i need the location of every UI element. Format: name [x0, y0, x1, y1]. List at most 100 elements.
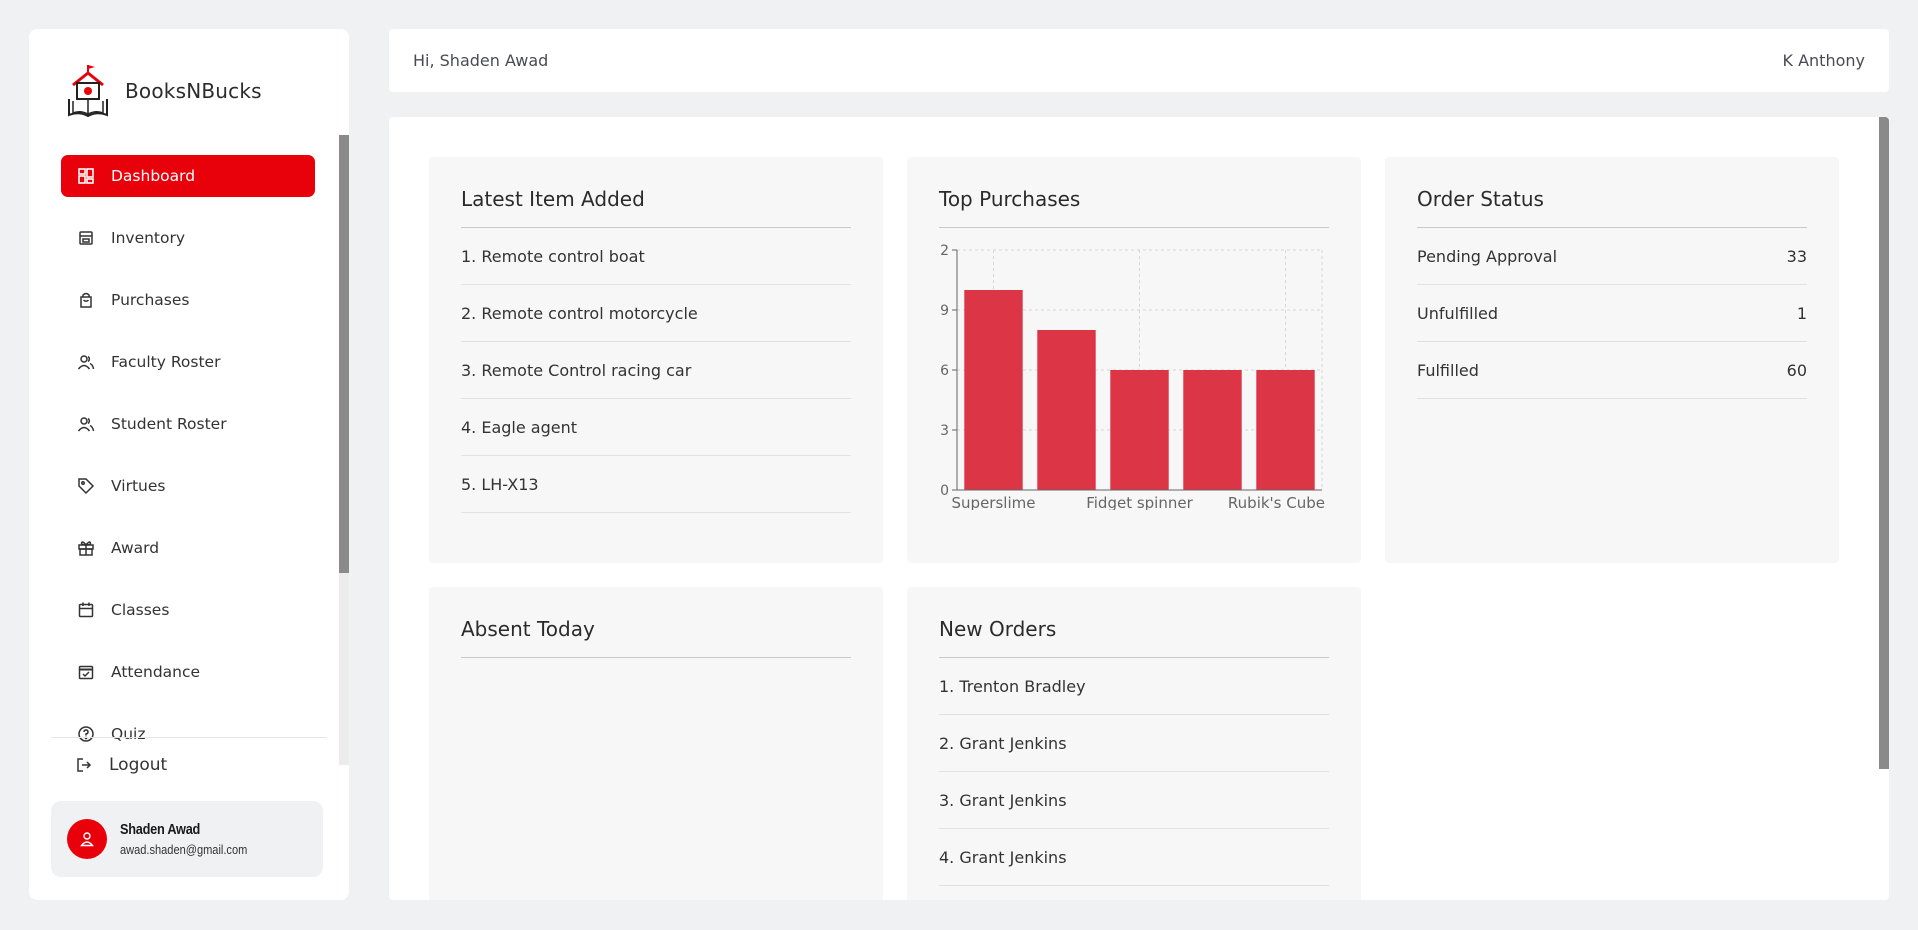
- status-count: 33: [1786, 246, 1807, 266]
- sidebar-item-award[interactable]: Award: [61, 527, 315, 569]
- card-title: Latest Item Added: [461, 187, 851, 228]
- list-item-text: 3. Grant Jenkins: [939, 790, 1067, 810]
- list-item-text: 3. Remote Control racing car: [461, 360, 692, 380]
- card-title: New Orders: [939, 617, 1329, 658]
- users-icon: [77, 415, 95, 433]
- sidebar-item-quiz[interactable]: Quiz: [61, 713, 315, 755]
- users-icon: [77, 353, 95, 371]
- chart-bar: [1183, 370, 1242, 490]
- greeting: Hi, Shaden Awad: [413, 51, 549, 70]
- list-item-text: 5. LH-X13: [461, 474, 539, 494]
- school-book-logo-icon: [68, 65, 108, 118]
- order-status-row: Unfulfilled 1: [1417, 285, 1807, 342]
- sidebar-item-label: Purchases: [111, 291, 190, 309]
- chart-bar: [1037, 330, 1096, 490]
- absent-today-card: Absent Today: [429, 587, 883, 900]
- status-count: 60: [1786, 360, 1807, 380]
- chart-bar: [964, 290, 1023, 490]
- sidebar-item-purchases[interactable]: Purchases: [61, 279, 315, 321]
- shopping-bag-icon: [77, 291, 95, 309]
- list-item[interactable]: 3. Grant Jenkins: [939, 772, 1329, 829]
- user-email: awad.shaden@gmail.com: [120, 842, 248, 857]
- sidebar-item-label: Award: [111, 539, 160, 557]
- list-item-text: 1. Remote control boat: [461, 246, 645, 266]
- order-status-row: Pending Approval 33: [1417, 228, 1807, 285]
- order-status-row: Fulfilled 60: [1417, 342, 1807, 399]
- y-tick-label: 0: [940, 483, 949, 499]
- status-label: Fulfilled: [1417, 360, 1479, 380]
- sidebar-item-inventory[interactable]: Inventory: [61, 217, 315, 259]
- sidebar-item-label: Attendance: [111, 663, 201, 681]
- sidebar-item-classes[interactable]: Classes: [61, 589, 315, 631]
- new-orders-card: New Orders 1. Trenton Bradley 2. Grant J…: [907, 587, 1361, 900]
- sidebar-item-label: Inventory: [111, 229, 186, 247]
- divider: [51, 737, 327, 738]
- logout-button[interactable]: Logout: [75, 755, 167, 775]
- x-tick-label: Rubik's Cube: [1228, 494, 1325, 510]
- y-tick-label: 3: [940, 423, 949, 439]
- chart-bar: [1256, 370, 1315, 490]
- sidebar-item-student-roster[interactable]: Student Roster: [61, 403, 315, 445]
- chart-bar: [1110, 370, 1169, 490]
- sidebar-item-virtues[interactable]: Virtues: [61, 465, 315, 507]
- list-item-text: 4. Eagle agent: [461, 417, 578, 437]
- x-tick-label: Fidget spinner: [1086, 494, 1193, 510]
- list-item[interactable]: 4. Grant Jenkins: [939, 829, 1329, 886]
- sidebar: BooksNBucks Dashboard Inventory Purchase…: [29, 29, 349, 900]
- list-item[interactable]: 2. Grant Jenkins: [939, 715, 1329, 772]
- list-item: 4. Eagle agent: [461, 399, 851, 456]
- order-status-card: Order Status Pending Approval 33 Unfulfi…: [1385, 157, 1839, 563]
- list-item-text: 1. Trenton Bradley: [939, 676, 1086, 696]
- calendar-icon: [77, 601, 95, 619]
- user-info: Shaden Awad awad.shaden@gmail.com: [120, 821, 270, 857]
- list-item-text: 2. Remote control motorcycle: [461, 303, 698, 323]
- user-name: Shaden Awad: [120, 821, 201, 838]
- question-icon: [77, 725, 95, 743]
- card-title: Order Status: [1417, 187, 1807, 228]
- top-purchases-card: Top Purchases 0 3 6 9 2 Superslime Fidget spin…: [907, 157, 1361, 563]
- sidebar-item-label: Student Roster: [111, 415, 227, 433]
- x-tick-label: Superslime: [952, 494, 1036, 510]
- main-content: Latest Item Added 1. Remote control boat…: [389, 117, 1889, 900]
- list-item: 5. LH-X13: [461, 456, 851, 513]
- logout-icon: [75, 756, 93, 774]
- sidebar-item-label: Classes: [111, 601, 170, 619]
- latest-item-card: Latest Item Added 1. Remote control boat…: [429, 157, 883, 563]
- top-purchases-chart: 0 3 6 9 2 Superslime Fidget spinner Rubik's Cub…: [940, 243, 1325, 510]
- sidebar-item-faculty-roster[interactable]: Faculty Roster: [61, 341, 315, 383]
- status-label: Pending Approval: [1417, 246, 1558, 266]
- top-bar-right-label[interactable]: K Anthony: [1783, 51, 1865, 70]
- list-item-text: 2. Grant Jenkins: [939, 733, 1067, 753]
- list-item[interactable]: 1. Trenton Bradley: [939, 658, 1329, 715]
- status-label: Unfulfilled: [1417, 303, 1499, 323]
- sidebar-nav: Dashboard Inventory Purchases Faculty Ro…: [61, 155, 315, 765]
- list-item: 1. Remote control boat: [461, 228, 851, 285]
- tag-icon: [77, 477, 95, 495]
- brand-name: BooksNBucks: [125, 79, 262, 103]
- avatar: [67, 819, 107, 859]
- sidebar-scrollbar-thumb[interactable]: [339, 135, 349, 573]
- logout-label: Logout: [109, 755, 168, 775]
- sidebar-item-label: Virtues: [111, 477, 166, 495]
- list-item: 3. Remote Control racing car: [461, 342, 851, 399]
- status-count: 1: [1796, 303, 1807, 323]
- card-title: Absent Today: [461, 617, 851, 658]
- sidebar-item-label: Quiz: [111, 725, 146, 743]
- user-icon: [80, 832, 94, 847]
- top-bar: Hi, Shaden Awad K Anthony: [389, 29, 1889, 92]
- y-tick-label: 2: [940, 243, 949, 259]
- card-title: Top Purchases: [939, 187, 1329, 228]
- sidebar-item-label: Faculty Roster: [111, 353, 221, 371]
- inventory-icon: [77, 229, 95, 247]
- sidebar-item-attendance[interactable]: Attendance: [61, 651, 315, 693]
- list-item: 2. Remote control motorcycle: [461, 285, 851, 342]
- brand[interactable]: BooksNBucks: [65, 63, 262, 119]
- calendar-check-icon: [77, 663, 95, 681]
- list-item-text: 4. Grant Jenkins: [939, 847, 1067, 867]
- user-card[interactable]: Shaden Awad awad.shaden@gmail.com: [51, 801, 323, 877]
- y-tick-label: 9: [940, 303, 949, 319]
- sidebar-item-dashboard[interactable]: Dashboard: [61, 155, 315, 197]
- dashboard-icon: [77, 167, 95, 185]
- sidebar-nav-viewport: Dashboard Inventory Purchases Faculty Ro…: [29, 155, 349, 765]
- main-scrollbar-thumb[interactable]: [1879, 117, 1889, 769]
